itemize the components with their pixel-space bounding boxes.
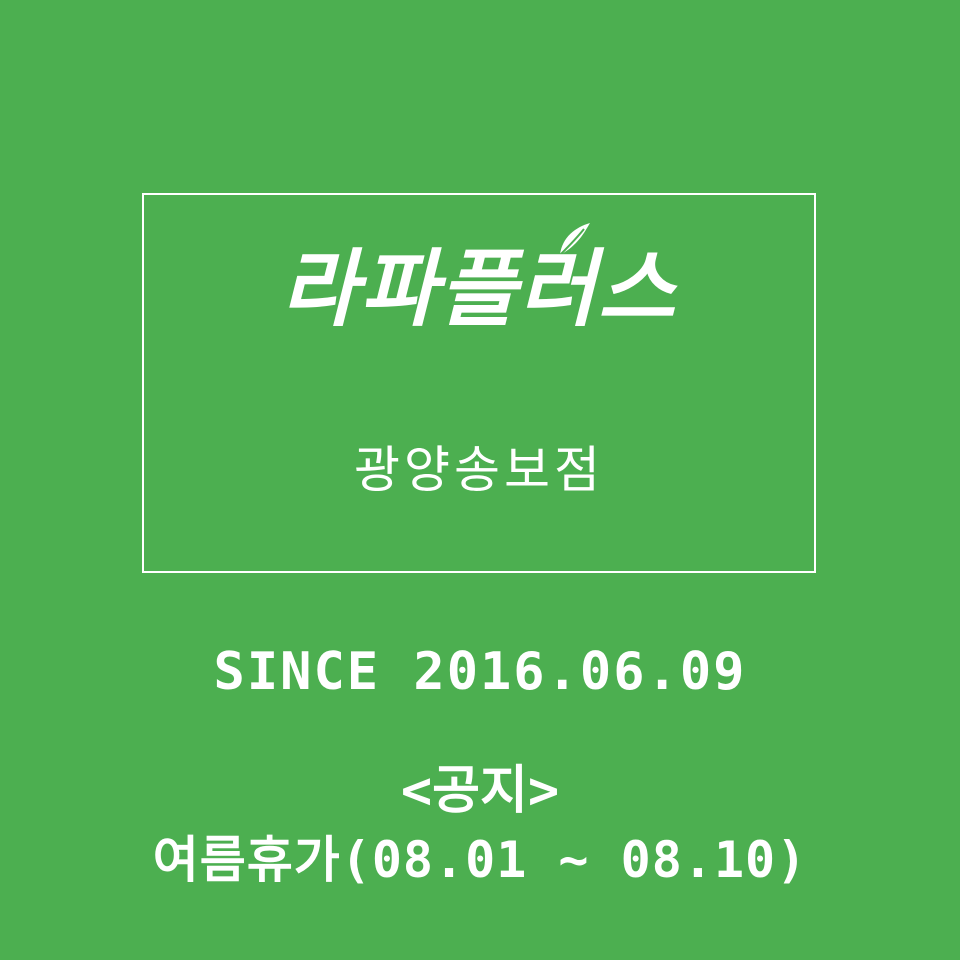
since-date: SINCE 2016.06.09 [213, 642, 747, 702]
notice-body: 여름휴가(08.01 ~ 08.10) [152, 831, 808, 889]
logo-frame: 라파플러스 광양송보점 [142, 193, 816, 573]
notice-title: <공지> [400, 761, 560, 821]
brand-logo: 라파플러스 [280, 240, 678, 338]
branch-name: 광양송보점 [354, 441, 604, 499]
